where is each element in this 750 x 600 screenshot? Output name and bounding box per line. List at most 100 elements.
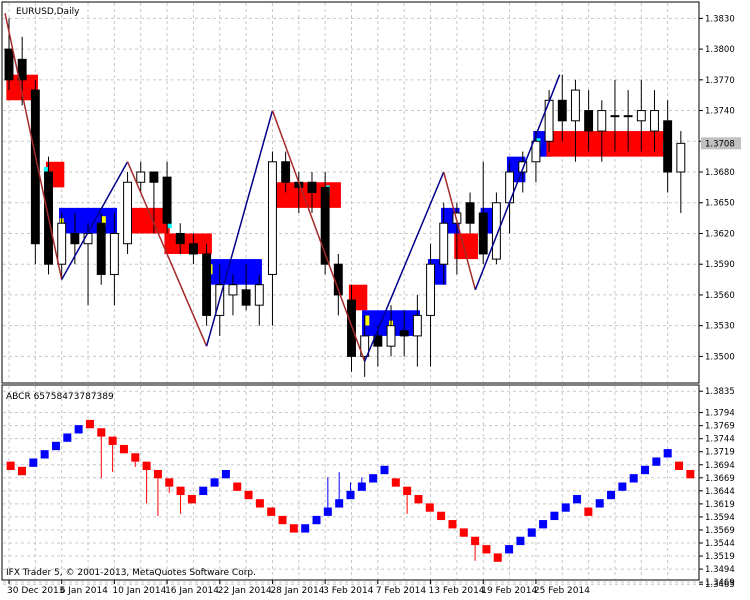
x-tick-label: 13 Feb 2014 bbox=[429, 586, 485, 596]
indicator-y-tick-label: 1.3835 bbox=[705, 387, 735, 397]
candle-body bbox=[307, 181, 317, 194]
indicator-y-tick-label: 1.3694 bbox=[705, 461, 735, 471]
main-y-tick-label: 1.3560 bbox=[705, 291, 735, 301]
renko-brick bbox=[301, 524, 310, 533]
candle-body bbox=[623, 115, 633, 118]
renko-brick bbox=[425, 503, 434, 512]
candle-body bbox=[241, 289, 251, 306]
x-tick-label: 28 Jan 2014 bbox=[270, 586, 324, 596]
main-price-axis[interactable]: 1.38301.38001.37701.37401.37101.36801.36… bbox=[699, 14, 735, 362]
candle-body bbox=[228, 284, 238, 296]
indicator-label: ABCR 65758473787389 bbox=[6, 392, 114, 402]
indicator-y-tick-label: 1.3719 bbox=[705, 448, 735, 458]
renko-brick bbox=[63, 433, 72, 442]
candle-body bbox=[636, 110, 646, 122]
renko-brick bbox=[618, 482, 627, 491]
indicator-y-tick-label: 1.3544 bbox=[705, 539, 735, 549]
renko-brick bbox=[459, 528, 468, 537]
renko-brick bbox=[448, 520, 457, 529]
candle-body bbox=[17, 58, 27, 81]
renko-brick bbox=[550, 511, 559, 521]
renko-brick bbox=[85, 419, 94, 429]
candle-body bbox=[281, 161, 291, 183]
range-box bbox=[164, 233, 212, 254]
renko-brick bbox=[437, 511, 446, 521]
range-box bbox=[546, 131, 666, 157]
chart-symbol-label: EURUSD,Daily bbox=[16, 7, 80, 17]
indicator-y-tick-label: 1.3794 bbox=[705, 409, 735, 419]
indicator-y-tick-label: 1.3519 bbox=[705, 552, 735, 562]
renko-brick bbox=[414, 495, 423, 504]
indicator-y-tick-label: 1.3619 bbox=[705, 500, 735, 510]
renko-brick bbox=[97, 428, 106, 437]
renko-brick bbox=[403, 486, 412, 496]
renko-brick bbox=[199, 486, 208, 496]
renko-brick bbox=[471, 536, 480, 546]
candle-body bbox=[597, 110, 607, 132]
renko-brick bbox=[369, 474, 378, 483]
renko-brick bbox=[233, 482, 242, 491]
candle-body bbox=[676, 142, 686, 173]
candle-body bbox=[584, 110, 594, 132]
candle-body bbox=[96, 222, 106, 275]
renko-brick bbox=[335, 499, 344, 508]
candle-body bbox=[610, 115, 620, 118]
current-price-label: 1.3708 bbox=[705, 139, 735, 149]
renko-brick bbox=[652, 457, 661, 466]
renko-brick bbox=[187, 495, 196, 504]
renko-brick bbox=[255, 499, 264, 508]
main-y-tick-label: 1.3680 bbox=[705, 168, 735, 178]
candle-body bbox=[531, 140, 541, 163]
x-tick-label: 3 Feb 2014 bbox=[323, 586, 374, 596]
range-box bbox=[269, 182, 341, 208]
renko-brick bbox=[6, 461, 15, 470]
renko-brick bbox=[74, 425, 83, 434]
candle-body bbox=[399, 330, 409, 337]
main-y-tick-label: 1.3830 bbox=[705, 14, 735, 24]
copyright-label: IFX Trader 5, © 2001-2013, MetaQuotes So… bbox=[6, 568, 256, 578]
indicator-y-tick-label: 1.3769 bbox=[705, 422, 735, 432]
mt5-chart[interactable]: 1.38301.38001.37701.37401.37101.36801.36… bbox=[0, 0, 750, 600]
candle-body bbox=[544, 99, 554, 142]
renko-brick bbox=[346, 490, 355, 500]
candle-body bbox=[347, 299, 356, 357]
main-y-tick-label: 1.3740 bbox=[705, 107, 735, 117]
main-y-tick-label: 1.3530 bbox=[705, 322, 735, 332]
candle-body bbox=[136, 171, 146, 183]
indicator-y-tick-label: 1.3644 bbox=[705, 487, 735, 497]
renko-brick bbox=[641, 465, 650, 475]
renko-brick bbox=[357, 482, 366, 491]
signal-marker bbox=[365, 315, 370, 326]
renko-brick bbox=[40, 450, 49, 459]
renko-brick bbox=[312, 515, 321, 525]
indicator-price-axis[interactable]: 1.3835 1.3794 1.3769 1.3744 1.3719 1.3694 1.36… bbox=[699, 387, 735, 590]
candle-body bbox=[188, 243, 198, 255]
x-tick-label: 6 Jan 2014 bbox=[60, 586, 108, 596]
candle-body bbox=[426, 263, 435, 316]
zigzag-segment bbox=[474, 74, 561, 291]
renko-brick bbox=[17, 466, 26, 476]
candle-body bbox=[162, 176, 172, 224]
candle-body bbox=[268, 161, 277, 275]
x-tick-label: 7 Feb 2014 bbox=[376, 586, 427, 596]
x-tick-label: 22 Jan 2014 bbox=[218, 586, 272, 596]
candle-body bbox=[386, 325, 396, 347]
renko-brick bbox=[675, 461, 684, 470]
candle-body bbox=[149, 171, 159, 183]
renko-brick bbox=[210, 478, 219, 487]
renko-brick bbox=[527, 528, 536, 537]
renko-brick bbox=[595, 499, 604, 508]
renko-brick bbox=[573, 495, 582, 504]
renko-brick bbox=[391, 478, 400, 487]
candle-body bbox=[570, 89, 580, 122]
renko-brick bbox=[244, 490, 253, 500]
candle-body bbox=[4, 48, 14, 81]
main-y-tick-label: 1.3800 bbox=[705, 45, 735, 55]
main-y-tick-label: 1.3770 bbox=[705, 76, 735, 86]
x-tick-label: 30 Dec 2013 bbox=[7, 586, 65, 596]
x-tick-label: 16 Jan 2014 bbox=[165, 586, 219, 596]
renko-brick bbox=[51, 441, 60, 451]
renko-brick bbox=[493, 553, 502, 562]
candle-body bbox=[663, 120, 673, 173]
renko-brick bbox=[663, 449, 672, 458]
